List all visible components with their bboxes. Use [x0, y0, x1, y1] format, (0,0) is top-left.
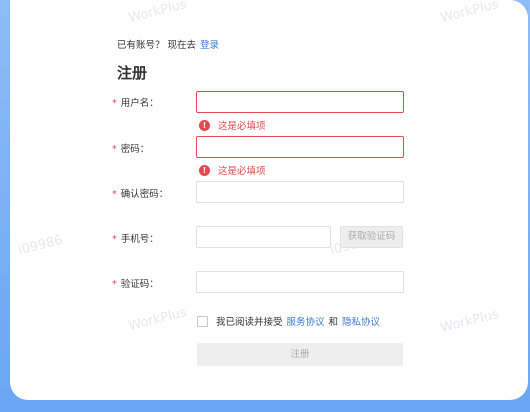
- code-label: * 验证码：: [112, 276, 159, 290]
- required-mark: *: [112, 234, 117, 245]
- phone-label: * 手机号：: [112, 231, 159, 245]
- confirm-password-input[interactable]: [196, 181, 404, 203]
- agreement-and: 和: [328, 317, 339, 328]
- exclamation-circle-icon: !: [199, 164, 210, 176]
- page-title: 注册: [117, 64, 148, 82]
- privacy-agreement-link[interactable]: 隐私协议: [342, 314, 380, 328]
- required-mark: *: [112, 98, 117, 109]
- agreement-row: 我已阅读并接受 服务协议 和 隐私协议: [197, 314, 384, 328]
- agreement-prefix: 我已阅读并接受: [216, 317, 283, 328]
- password-error: ! 这是必填项: [199, 163, 266, 177]
- phone-label-text: 手机号：: [120, 234, 159, 245]
- login-prompt-text: 已有账号？ 现在去: [117, 40, 197, 51]
- username-error-text: 这是必填项: [218, 121, 266, 132]
- username-label: * 用户名：: [112, 95, 159, 109]
- required-mark: *: [112, 144, 117, 155]
- get-code-button[interactable]: 获取验证码: [340, 226, 403, 248]
- exclamation-circle-icon: !: [199, 119, 210, 131]
- confirm-password-label: * 确认密码：: [112, 186, 168, 200]
- service-agreement-link[interactable]: 服务协议: [287, 314, 325, 328]
- username-label-text: 用户名：: [120, 98, 159, 109]
- password-label-text: 密码：: [120, 144, 150, 155]
- required-mark: *: [112, 189, 117, 200]
- register-button[interactable]: 注册: [197, 343, 403, 366]
- code-label-text: 验证码：: [120, 279, 159, 290]
- confirm-password-label-text: 确认密码：: [120, 189, 169, 200]
- required-mark: *: [112, 279, 117, 290]
- username-error: ! 这是必填项: [199, 118, 266, 132]
- password-input[interactable]: [196, 136, 404, 158]
- login-link[interactable]: 登录: [200, 40, 219, 51]
- phone-input[interactable]: [196, 226, 331, 248]
- password-label: * 密码：: [112, 141, 149, 155]
- code-input[interactable]: [196, 271, 404, 293]
- password-error-text: 这是必填项: [218, 166, 266, 177]
- agreement-checkbox[interactable]: [197, 315, 208, 327]
- login-prompt: 已有账号？ 现在去 登录: [117, 37, 219, 51]
- username-input[interactable]: [196, 91, 404, 113]
